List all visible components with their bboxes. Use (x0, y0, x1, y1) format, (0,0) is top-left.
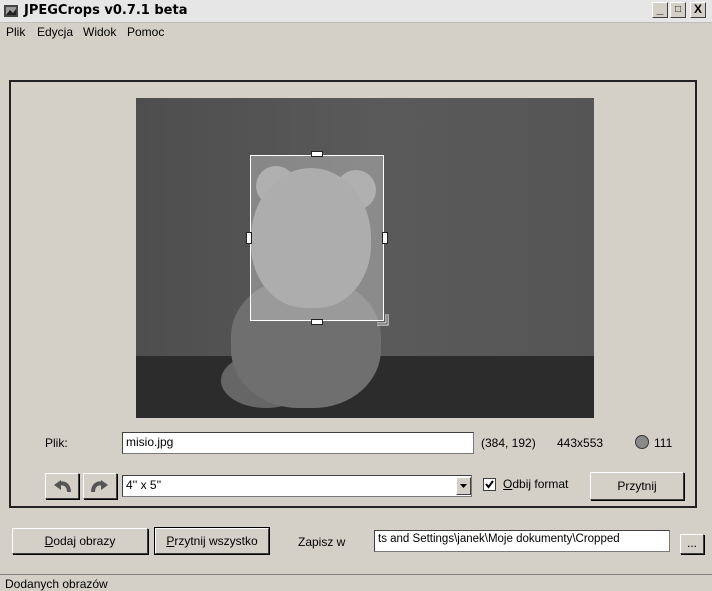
crop-handle-left[interactable] (246, 232, 252, 244)
add-images-button[interactable]: Dodaj obrazy (12, 528, 148, 554)
menu-bar: Plik Edycja Widok Pomoc (0, 22, 712, 42)
rotate-left-button[interactable] (45, 473, 79, 499)
rotate-right-icon (91, 479, 108, 492)
title-bar: JPEGCrops v0.7.1 beta _ □ X (0, 0, 712, 23)
menu-widok[interactable]: Widok (83, 25, 116, 39)
minimize-button[interactable]: _ (652, 2, 668, 18)
mirror-format-checkbox[interactable] (483, 478, 496, 491)
crop-size: 443x553 (557, 436, 604, 450)
crop-selection[interactable] (250, 155, 384, 321)
format-select-value: 4'' x 5'' (126, 478, 162, 492)
file-label: Plik: (45, 436, 68, 450)
crop-button[interactable]: Przytnij (590, 472, 684, 500)
save-to-label: Zapisz w (298, 535, 346, 549)
crop-handle-top[interactable] (311, 151, 323, 157)
quality-icon (635, 435, 649, 449)
mirror-format-label[interactable]: Odbij format (503, 477, 568, 491)
format-select[interactable]: 4'' x 5'' (122, 475, 472, 497)
menu-plik[interactable]: Plik (6, 25, 25, 39)
file-name-field[interactable]: misio.jpg (122, 432, 474, 454)
browse-button[interactable]: ... (680, 534, 704, 554)
crop-handle-right[interactable] (382, 232, 388, 244)
close-button[interactable]: X (690, 2, 706, 18)
checkmark-icon (485, 480, 494, 489)
crop-coordinates: (384, 192) (481, 436, 536, 450)
crop-all-button[interactable]: Przytnij wszystko (154, 527, 270, 555)
app-icon (4, 5, 18, 17)
window-title: JPEGCrops v0.7.1 beta (24, 3, 188, 18)
crop-corner-handle[interactable] (375, 312, 389, 326)
menu-edycja[interactable]: Edycja (37, 25, 73, 39)
rotate-left-icon (54, 479, 71, 492)
chevron-down-icon (460, 484, 467, 488)
format-dropdown-button[interactable] (456, 477, 471, 495)
status-bar: Dodanych obrazów (0, 574, 712, 591)
crop-handle-bottom[interactable] (311, 319, 323, 325)
quality-value: 111 (654, 436, 673, 450)
maximize-button[interactable]: □ (670, 2, 686, 18)
menu-pomoc[interactable]: Pomoc (127, 25, 164, 39)
status-text: Dodanych obrazów (5, 577, 108, 591)
rotate-right-button[interactable] (83, 473, 117, 499)
save-path-field[interactable]: ts and Settings\janek\Moje dokumenty\Cro… (374, 530, 670, 552)
